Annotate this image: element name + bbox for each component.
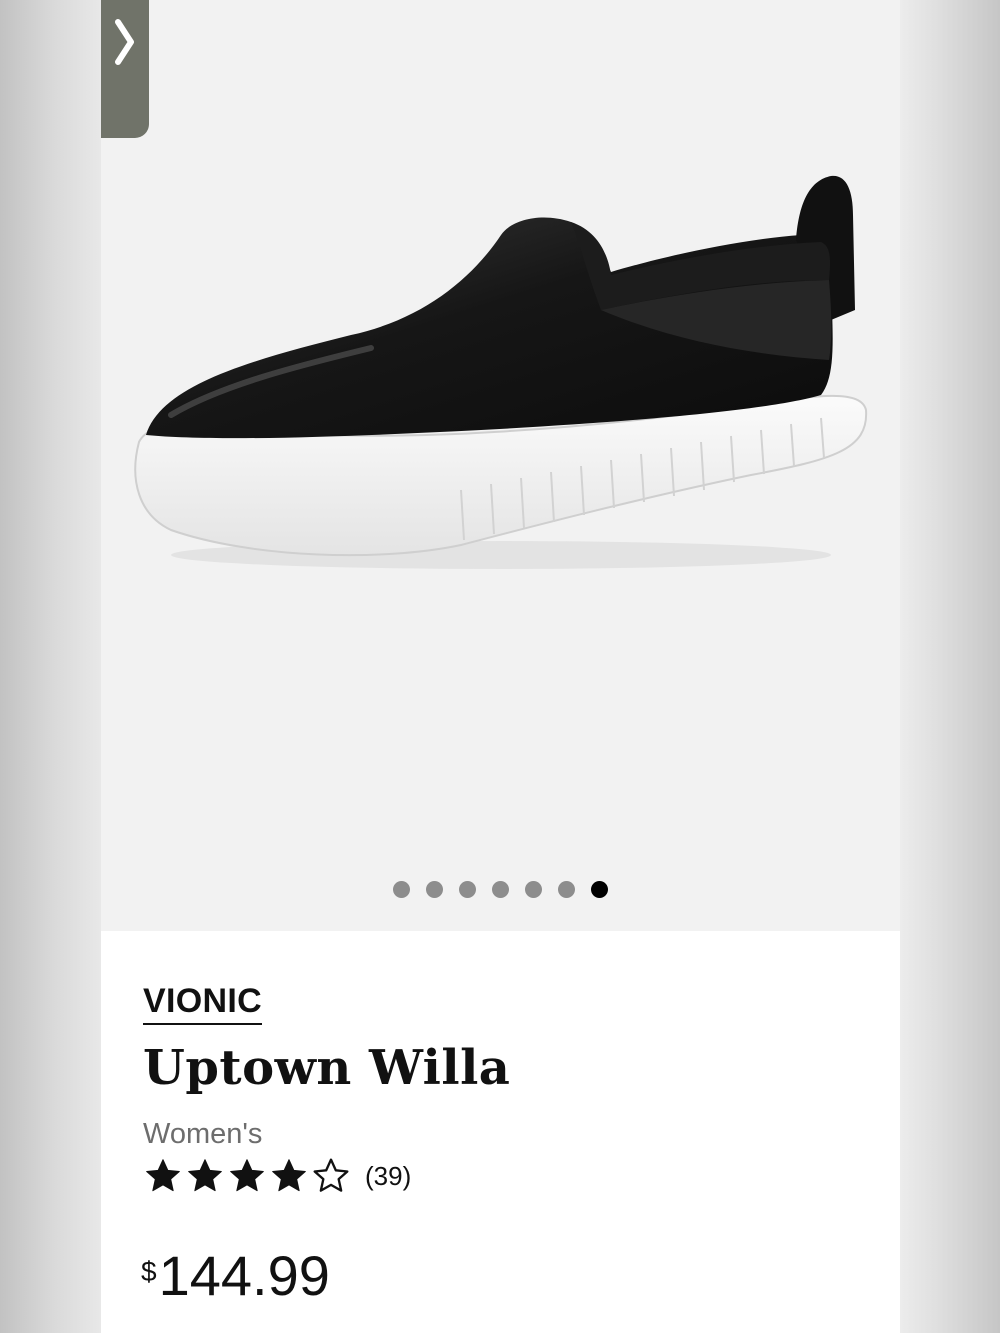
gallery-next-button[interactable] xyxy=(101,0,149,138)
left-backdrop xyxy=(0,0,101,1333)
gallery-dot[interactable] xyxy=(393,881,410,898)
star-filled-icon xyxy=(146,1159,180,1192)
price: $ 144.99 xyxy=(141,1248,330,1304)
chevron-right-icon xyxy=(115,19,134,65)
gallery-dot[interactable] xyxy=(459,881,476,898)
product-image-gallery[interactable] xyxy=(101,0,900,931)
brand-link[interactable]: VIONIC xyxy=(143,982,262,1025)
gallery-dot[interactable] xyxy=(492,881,509,898)
review-count[interactable]: (39) xyxy=(365,1161,411,1192)
right-backdrop xyxy=(900,0,1000,1333)
currency-symbol: $ xyxy=(141,1256,157,1287)
product-image xyxy=(134,175,868,569)
gallery-dot[interactable] xyxy=(426,881,443,898)
star-outline-icon xyxy=(313,1158,349,1192)
gallery-dot[interactable] xyxy=(558,881,575,898)
product-panel: VIONIC Uptown Willa Women's (39) $ 144.9… xyxy=(101,0,900,1333)
star-filled-icon xyxy=(188,1159,222,1192)
star-filled-icon xyxy=(230,1159,264,1192)
product-name: Uptown Willa xyxy=(143,1040,511,1096)
price-amount: 144.99 xyxy=(158,1244,330,1307)
star-filled-icon xyxy=(272,1159,306,1192)
gallery-dots xyxy=(101,881,900,901)
gallery-dot[interactable] xyxy=(525,881,542,898)
product-gender: Women's xyxy=(143,1118,263,1150)
rating[interactable]: (39) xyxy=(143,1156,411,1196)
gallery-dot[interactable] xyxy=(591,881,608,898)
rating-stars xyxy=(143,1156,353,1196)
